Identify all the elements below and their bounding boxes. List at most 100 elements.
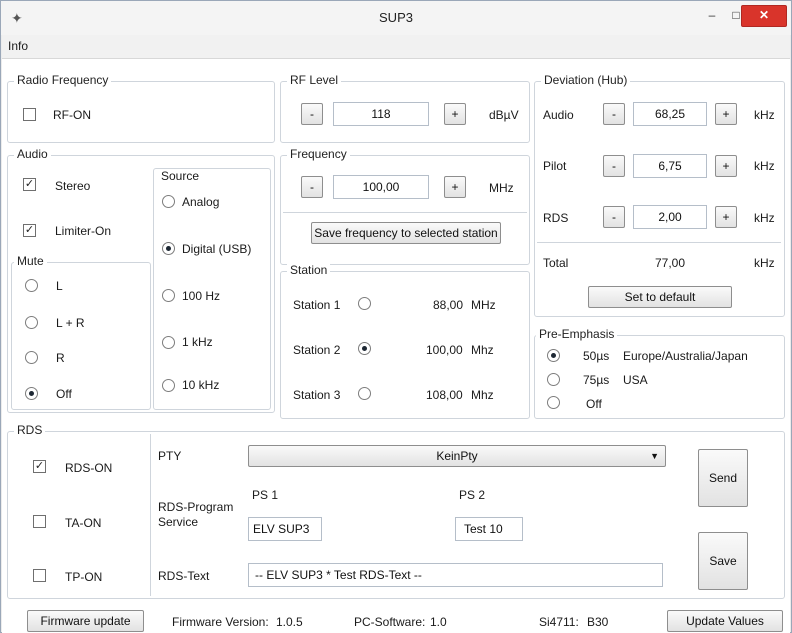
deviation-pilot-label: Pilot bbox=[543, 159, 567, 173]
source-10khz-radio[interactable] bbox=[162, 379, 175, 392]
source-legend: Source bbox=[161, 169, 200, 183]
app-window: ✦ SUP3 – □ ✕ Info Radio Frequency RF-ON … bbox=[0, 0, 792, 633]
source-10khz-label: 10 kHz bbox=[182, 378, 220, 392]
firmware-version-value: 1.0.5 bbox=[276, 615, 303, 629]
ta-on-checkbox[interactable] bbox=[33, 515, 46, 528]
pre-emphasis-75us-radio[interactable] bbox=[547, 373, 560, 386]
deviation-audio-decrease-button[interactable]: - bbox=[603, 103, 625, 125]
mute-group: Mute L L + R R Off bbox=[11, 254, 151, 410]
minimize-button[interactable]: – bbox=[701, 5, 723, 27]
deviation-audio-input[interactable]: 68,25 bbox=[633, 102, 707, 126]
stereo-checkbox[interactable]: ✓ bbox=[23, 178, 36, 191]
station-group: Station Station 1 88,00 MHz Station 2 10… bbox=[280, 263, 530, 419]
station-1-unit: MHz bbox=[471, 298, 496, 312]
close-button[interactable]: ✕ bbox=[741, 5, 787, 27]
mute-l-label: L bbox=[56, 279, 63, 293]
pre-emphasis-50us-label: 50µs bbox=[583, 349, 610, 363]
frequency-decrease-button[interactable]: - bbox=[301, 176, 323, 198]
stereo-label: Stereo bbox=[55, 179, 91, 193]
mute-off-radio[interactable] bbox=[25, 387, 38, 400]
source-1khz-radio[interactable] bbox=[162, 336, 175, 349]
frequency-input[interactable]: 100,00 bbox=[333, 175, 429, 199]
source-digital-usb-label: Digital (USB) bbox=[182, 242, 252, 256]
radio-frequency-group: Radio Frequency RF-ON bbox=[7, 73, 275, 143]
rds-divider bbox=[150, 434, 151, 596]
ps1-label: PS 1 bbox=[252, 488, 279, 502]
rf-level-decrease-button[interactable]: - bbox=[301, 103, 323, 125]
rds-text-label: RDS-Text bbox=[158, 569, 210, 583]
rf-level-increase-button[interactable]: + bbox=[444, 103, 466, 125]
set-to-default-button[interactable]: Set to default bbox=[588, 286, 732, 308]
deviation-pilot-decrease-button[interactable]: - bbox=[603, 155, 625, 177]
pre-emphasis-50us-radio[interactable] bbox=[547, 349, 560, 362]
si4711-value: B30 bbox=[587, 615, 609, 629]
frequency-increase-button[interactable]: + bbox=[444, 176, 466, 198]
source-analog-radio[interactable] bbox=[162, 195, 175, 208]
station-legend: Station bbox=[287, 263, 331, 277]
ps1-input[interactable]: ELV SUP3 bbox=[248, 517, 322, 541]
station-1-frequency: 88,00 bbox=[433, 298, 464, 312]
station-3-label: Station 3 bbox=[293, 388, 341, 402]
mute-legend: Mute bbox=[14, 254, 47, 268]
deviation-rds-decrease-button[interactable]: - bbox=[603, 206, 625, 228]
limiter-on-checkbox[interactable]: ✓ bbox=[23, 224, 36, 237]
station-2-frequency: 100,00 bbox=[426, 343, 463, 357]
rf-level-input[interactable]: 118 bbox=[333, 102, 429, 126]
source-1khz-label: 1 kHz bbox=[182, 335, 213, 349]
frequency-legend: Frequency bbox=[287, 147, 350, 161]
source-analog-label: Analog bbox=[182, 195, 220, 209]
pty-label: PTY bbox=[158, 449, 182, 463]
pre-emphasis-75us-label: 75µs bbox=[583, 373, 610, 387]
mute-lr-radio[interactable] bbox=[25, 316, 38, 329]
mute-r-radio[interactable] bbox=[25, 351, 38, 364]
frequency-separator bbox=[283, 212, 527, 213]
pty-select[interactable]: KeinPty ▼ bbox=[248, 445, 666, 467]
ps2-input[interactable]: Test 10 bbox=[455, 517, 523, 541]
frequency-group: Frequency - 100,00 + MHz Save frequency … bbox=[280, 147, 530, 265]
station-2-radio[interactable] bbox=[358, 342, 371, 355]
station-1-radio[interactable] bbox=[358, 297, 371, 310]
deviation-audio-label: Audio bbox=[543, 108, 574, 122]
deviation-rds-increase-button[interactable]: + bbox=[715, 206, 737, 228]
ps2-label: PS 2 bbox=[459, 488, 486, 502]
rf-on-label: RF-ON bbox=[53, 108, 91, 122]
source-digital-usb-radio[interactable] bbox=[162, 242, 175, 255]
mute-lr-label: L + R bbox=[56, 316, 85, 330]
tp-on-label: TP-ON bbox=[65, 570, 103, 584]
deviation-rds-input[interactable]: 2,00 bbox=[633, 205, 707, 229]
pc-software-label: PC-Software: bbox=[354, 615, 426, 629]
deviation-audio-increase-button[interactable]: + bbox=[715, 103, 737, 125]
rds-save-button[interactable]: Save bbox=[698, 532, 748, 590]
rds-on-checkbox[interactable]: ✓ bbox=[33, 460, 46, 473]
limiter-on-label: Limiter-On bbox=[55, 224, 112, 238]
rds-text-input[interactable]: -- ELV SUP3 * Test RDS-Text -- bbox=[248, 563, 663, 587]
station-3-unit: Mhz bbox=[471, 388, 494, 402]
rds-on-label: RDS-ON bbox=[65, 461, 113, 475]
rf-level-unit: dBµV bbox=[489, 108, 519, 122]
source-group: Source Analog Digital (USB) 100 Hz 1 kHz… bbox=[153, 168, 271, 410]
rf-on-checkbox[interactable] bbox=[23, 108, 36, 121]
tp-on-checkbox[interactable] bbox=[33, 569, 46, 582]
audio-group: Audio ✓ Stereo ✓ Limiter-On Mute L L + R… bbox=[7, 147, 275, 413]
deviation-rds-unit: kHz bbox=[754, 211, 775, 225]
rds-send-button[interactable]: Send bbox=[698, 449, 748, 507]
update-values-button[interactable]: Update Values bbox=[667, 610, 783, 632]
deviation-pilot-input[interactable]: 6,75 bbox=[633, 154, 707, 178]
mute-r-label: R bbox=[56, 351, 65, 365]
si4711-label: Si4711: bbox=[539, 615, 579, 629]
deviation-total-unit: kHz bbox=[754, 256, 775, 270]
pre-emphasis-legend: Pre-Emphasis bbox=[536, 327, 618, 341]
source-100hz-radio[interactable] bbox=[162, 289, 175, 302]
station-3-radio[interactable] bbox=[358, 387, 371, 400]
dropdown-arrow-icon: ▼ bbox=[650, 451, 659, 461]
pc-software-value: 1.0 bbox=[430, 615, 447, 629]
menu-info[interactable]: Info bbox=[8, 39, 28, 53]
rds-group: RDS ✓ RDS-ON TA-ON TP-ON PTY KeinPty ▼ R… bbox=[7, 423, 785, 599]
save-frequency-button[interactable]: Save frequency to selected station bbox=[311, 222, 501, 244]
deviation-pilot-increase-button[interactable]: + bbox=[715, 155, 737, 177]
deviation-total-label: Total bbox=[543, 256, 569, 270]
firmware-update-button[interactable]: Firmware update bbox=[27, 610, 144, 632]
mute-l-radio[interactable] bbox=[25, 279, 38, 292]
pre-emphasis-off-radio[interactable] bbox=[547, 396, 560, 409]
pre-emphasis-75us-region: USA bbox=[623, 373, 648, 387]
